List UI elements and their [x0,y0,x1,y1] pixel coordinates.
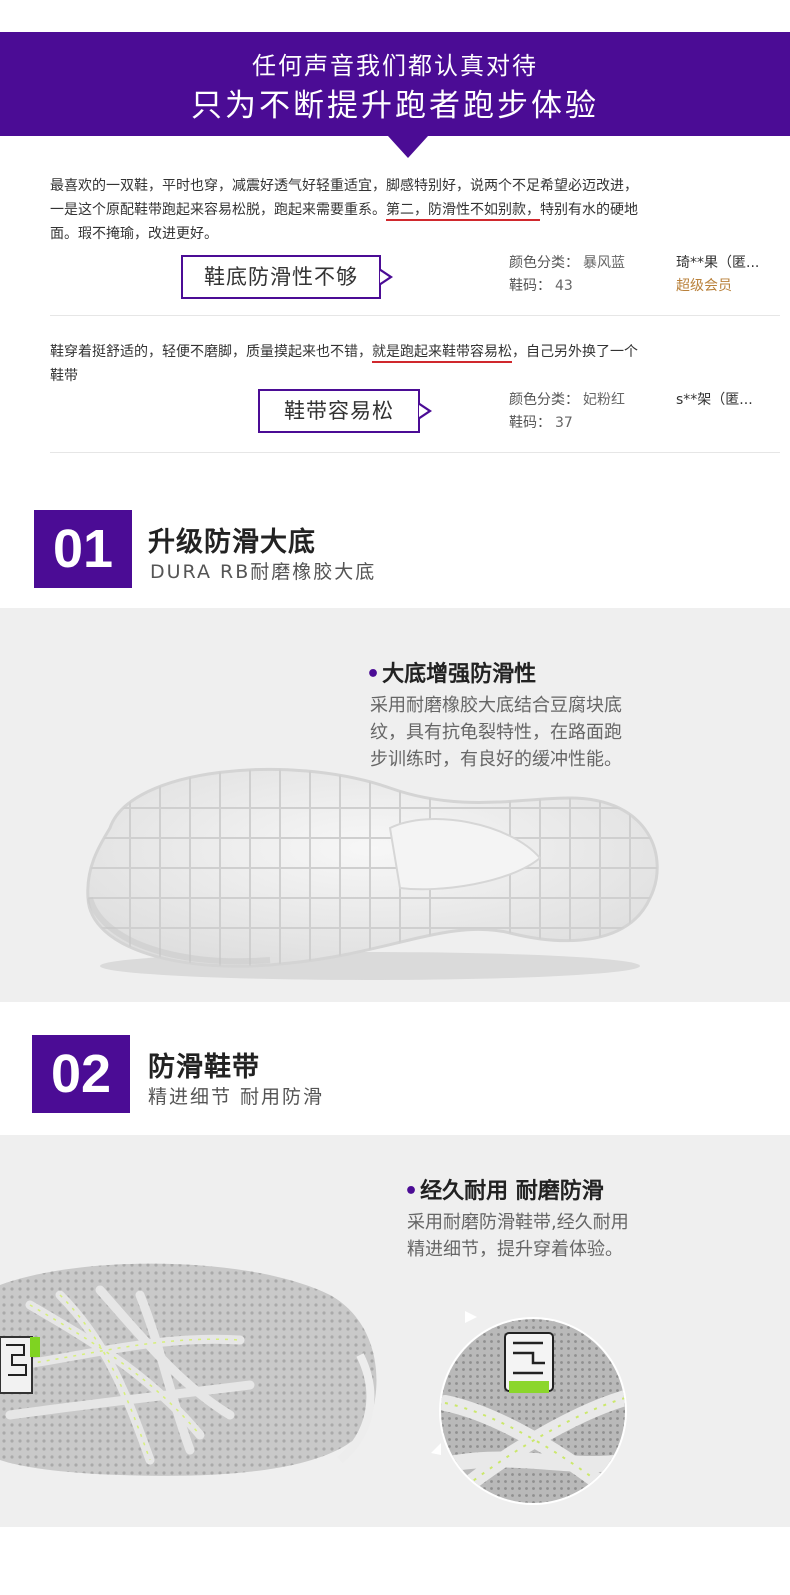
size-value: 43 [555,278,573,294]
laces-panel: •经久耐用 耐磨防滑 采用耐磨防滑鞋带,经久耐用 精进细节，提升穿着体验。 [0,1135,790,1527]
size-label: 鞋码： [509,278,551,294]
feature-title-02: •经久耐用 耐磨防滑 [404,1173,604,1205]
review-divider [50,452,780,453]
review-tag-label: 鞋底防滑性不够 [204,265,358,289]
banner-line-2: 只为不断提升跑者跑步体验 [191,88,599,124]
feature-desc-line: 纹，具有抗龟裂特性，在路面跑 [370,722,622,743]
bullet-icon: • [366,662,381,687]
review-tag-1: 鞋底防滑性不够 [181,255,393,299]
reviewer-info-2: s**架（匿... [676,389,753,412]
reviewer-name[interactable]: 琦**果（匿... [676,252,759,275]
feature-desc-line: 采用耐磨橡胶大底结合豆腐块底 [370,695,622,716]
feature-title-text: 经久耐用 耐磨防滑 [420,1179,604,1204]
size-label: 鞋码： [509,415,551,431]
review-text: 鞋穿着挺舒适的，轻便不磨脚，质量摸起来也不错，就是跑起来鞋带容易松，自己另外换了… [50,340,650,388]
reviewer-name[interactable]: s**架（匿... [676,389,753,412]
review-text: 最喜欢的一双鞋，平时也穿，减震好透气好轻重适宜，脚感特别好，说两个不足希望必迈改… [50,174,650,246]
review-divider [50,315,780,316]
size-value: 37 [555,415,573,431]
color-label: 颜色分类： [509,255,579,271]
feature-title-text: 大底增强防滑性 [382,662,537,687]
review-meta-1: 颜色分类： 暴风蓝 鞋码： 43 [509,252,625,298]
reviewer-info-1: 琦**果（匿... 超级会员 [676,252,759,298]
feature-desc-02: 采用耐磨防滑鞋带,经久耐用 精进细节，提升穿着体验。 [407,1209,629,1263]
review-meta-2: 颜色分类： 妃粉红 鞋码： 37 [509,389,625,435]
review-highlight: 第二，防滑性不如别款， [386,202,540,221]
color-label: 颜色分类： [509,392,579,408]
feature-title-01: •大底增强防滑性 [366,656,536,688]
member-badge: 超级会员 [676,278,732,294]
color-value: 妃粉红 [583,392,625,408]
section-title-01: 升级防滑大底 [148,527,316,558]
review-tag-2: 鞋带容易松 [258,389,432,433]
section-subtitle-01: DURA RB耐磨橡胶大底 [150,561,377,583]
review-tag-label: 鞋带容易松 [284,399,394,423]
review-item-2: 鞋穿着挺舒适的，轻便不磨脚，质量摸起来也不错，就是跑起来鞋带容易松，自己另外换了… [50,340,780,388]
feature-desc-line: 采用耐磨防滑鞋带,经久耐用 [407,1212,629,1233]
feature-desc-line: 精进细节，提升穿着体验。 [407,1239,623,1260]
review-text-part: 鞋穿着挺舒适的，轻便不磨脚，质量摸起来也不错， [50,344,372,360]
review-item-1: 最喜欢的一双鞋，平时也穿，减震好透气好轻重适宜，脚感特别好，说两个不足希望必迈改… [50,174,780,246]
color-value: 暴风蓝 [583,255,625,271]
banner-arrow-icon [388,136,428,158]
bullet-icon: • [404,1179,419,1204]
header-banner: 任何声音我们都认真对待 只为不断提升跑者跑步体验 [0,32,790,136]
shoe-upper-image [0,1263,377,1476]
section-number-01: 01 [34,510,132,588]
lace-detail-image [431,1311,627,1505]
section-subtitle-02: 精进细节 耐用防滑 [148,1086,325,1108]
outsole-image [86,767,659,980]
section-number-02: 02 [32,1035,130,1113]
section-title-02: 防滑鞋带 [148,1052,260,1083]
outsole-panel: •大底增强防滑性 采用耐磨橡胶大底结合豆腐块底 纹，具有抗龟裂特性，在路面跑 步… [0,608,790,1002]
review-highlight: 就是跑起来鞋带容易松 [372,344,512,363]
banner-line-1: 任何声音我们都认真对待 [252,52,538,80]
